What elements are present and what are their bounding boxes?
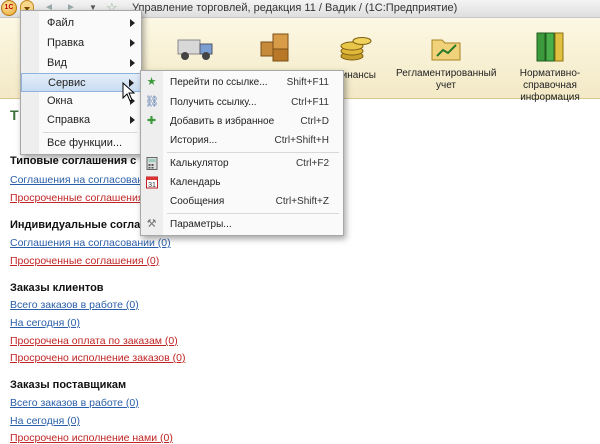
shortcut-text: Ctrl+Shift+Z: [275, 196, 329, 207]
app-logo-button[interactable]: 1С: [1, 0, 17, 16]
submenu-item-parameters[interactable]: ⚒ Параметры...: [141, 215, 343, 234]
history-icon: [145, 134, 158, 147]
shortcut-text: Ctrl+F2: [295, 158, 329, 169]
submenu-item-label: Добавить в избранное: [170, 116, 275, 127]
link-icon: ⛓: [145, 96, 159, 108]
section-title: Заказы поставщикам: [10, 379, 127, 391]
submenu-item-label: Календарь: [170, 177, 221, 188]
shortcut-text: Shift+F11: [286, 77, 329, 88]
menu-separator: [167, 152, 339, 153]
menu-item-label: Окна: [47, 95, 73, 107]
submenu-item-calculator[interactable]: Калькулятор Ctrl+F2: [141, 154, 343, 173]
menu-item-label: Файл: [47, 17, 75, 29]
menu-item-label: Все функции...: [47, 137, 123, 149]
submenu-item-label: Перейти по ссылке...: [170, 77, 268, 88]
menu-item-label: Вид: [47, 57, 67, 69]
shortcut-text: Ctrl+Shift+H: [274, 135, 329, 146]
service-submenu: ★ Перейти по ссылке... Shift+F11 ⛓ Получ…: [140, 70, 344, 236]
link-ind-agreements-pending[interactable]: Соглашения на согласовании (0): [10, 237, 171, 249]
submenu-item-label: Параметры...: [170, 219, 232, 230]
chevron-right-icon: [130, 19, 135, 27]
folder-chart-icon: [429, 30, 463, 64]
link-client-orders-execution-overdue[interactable]: Просрочено исполнение заказов (0): [10, 352, 185, 364]
app-badge-text: 1С: [4, 4, 14, 11]
calculator-icon: [145, 157, 158, 170]
submenu-item-label: Получить ссылку...: [170, 97, 257, 108]
link-client-orders-today[interactable]: На сегодня (0): [10, 317, 80, 329]
submenu-item-messages[interactable]: Сообщения Ctrl+Shift+Z: [141, 192, 343, 211]
link-supplier-orders-total[interactable]: Всего заказов в работе (0): [10, 397, 139, 409]
calendar-icon: 31: [145, 176, 158, 189]
link-supplier-orders-today[interactable]: На сегодня (0): [10, 415, 80, 427]
menu-item-label: Правка: [47, 37, 85, 49]
messages-icon: [145, 195, 158, 208]
submenu-item-add-favorite[interactable]: ✚ Добавить в избранное Ctrl+D: [141, 112, 343, 131]
window-title: Управление торговлей, редакция 11 / Вади…: [132, 2, 458, 14]
submenu-item-label: Калькулятор: [170, 158, 229, 169]
section-title: Заказы клиентов: [10, 282, 104, 294]
chevron-right-icon: [130, 116, 135, 124]
toolbar-item-regulated-accounting[interactable]: Регламентированный учет: [396, 30, 496, 92]
menu-item-edit[interactable]: Правка: [21, 34, 141, 53]
submenu-item-label: История...: [170, 135, 218, 146]
chevron-right-icon: [130, 39, 135, 47]
menu-item-label: Сервис: [48, 77, 86, 89]
submenu-item-label: Сообщения: [170, 196, 225, 207]
chevron-right-icon: [130, 59, 135, 67]
link-client-orders-payment-overdue[interactable]: Просрочена оплата по заказам (0): [10, 335, 178, 347]
settings-icon: ⚒: [146, 218, 157, 230]
menu-item-label: Справка: [47, 114, 91, 126]
shortcut-text: Ctrl+D: [300, 116, 329, 127]
submenu-item-history[interactable]: История... Ctrl+Shift+H: [141, 131, 343, 150]
boxes-icon[interactable]: [258, 30, 292, 64]
menu-separator: [167, 213, 339, 214]
page-title: Т: [10, 107, 19, 123]
star-add-icon: ✚: [146, 115, 157, 127]
section-title: Индивидуальные соглаше: [10, 219, 156, 231]
coins-icon: [338, 30, 372, 64]
submenu-item-go-to-link[interactable]: ★ Перейти по ссылке... Shift+F11: [141, 73, 343, 92]
shortcut-text: Ctrl+F11: [291, 97, 329, 108]
menu-item-view[interactable]: Вид: [21, 54, 141, 73]
link-ind-agreements-overdue[interactable]: Просроченные соглашения (0): [10, 255, 159, 267]
menu-item-file[interactable]: Файл: [21, 14, 141, 33]
svg-text:31: 31: [148, 182, 156, 189]
menu-item-help[interactable]: Справка: [21, 111, 141, 130]
link-client-orders-total[interactable]: Всего заказов в работе (0): [10, 299, 139, 311]
section-title: Типовые соглашения с кл: [10, 155, 152, 167]
link-agreements-overdue[interactable]: Просроченные соглашения (0): [10, 192, 159, 204]
submenu-item-get-link[interactable]: ⛓ Получить ссылку... Ctrl+F11: [141, 93, 343, 112]
mouse-cursor-icon: [122, 82, 136, 102]
binders-icon: [533, 30, 567, 64]
submenu-item-calendar[interactable]: 31 Календарь: [141, 173, 343, 192]
truck-icon[interactable]: [176, 32, 216, 62]
toolbar-item-reference-info[interactable]: Нормативно-справочная информация: [502, 30, 598, 104]
link-supplier-orders-overdue[interactable]: Просрочено исполнение нами (0): [10, 432, 173, 444]
toolbar-item-label: Регламентированный учет: [396, 68, 497, 91]
link-agreements-pending[interactable]: Соглашения на согласовании (: [10, 174, 161, 186]
menu-item-all-functions[interactable]: Все функции...: [21, 134, 141, 153]
star-arrow-icon: ★: [146, 76, 157, 88]
menu-separator: [43, 132, 137, 133]
